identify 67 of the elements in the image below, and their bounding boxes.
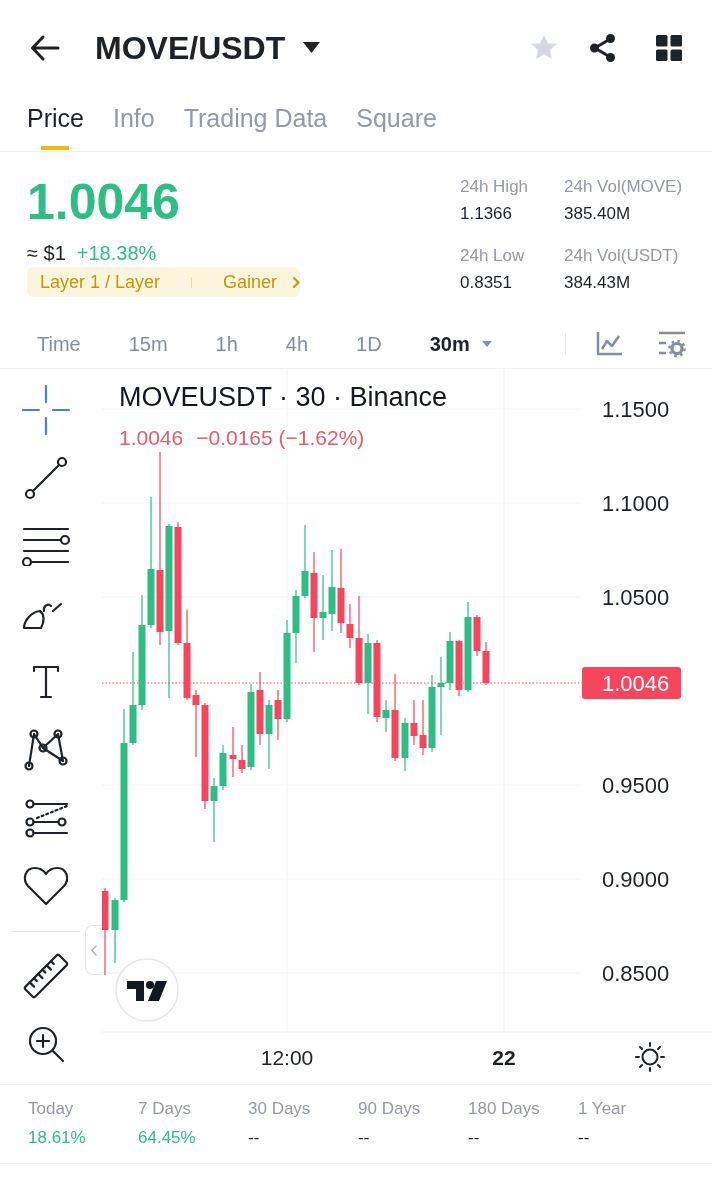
- time-axis-label: 22: [492, 1046, 516, 1069]
- price-axis-label: 1.0500: [602, 585, 670, 610]
- fiat-price: ≈ $1: [27, 241, 66, 265]
- stat-label: 24h High: [460, 176, 529, 198]
- last-price: 1.0046: [27, 177, 180, 227]
- crosshair-icon[interactable]: [22, 385, 70, 435]
- interval-tab[interactable]: Time: [37, 334, 81, 354]
- price-axis-label: 1.1500: [602, 397, 670, 422]
- stat-label: 24h Low: [460, 245, 525, 267]
- interval-tab[interactable]: 1h: [215, 334, 238, 354]
- stat-label: 24h Vol(MOVE): [564, 176, 683, 198]
- star-icon[interactable]: [530, 34, 558, 61]
- period-change: 64.45%: [138, 1127, 196, 1149]
- price-change: +18.38%: [76, 241, 157, 265]
- stat-value: 384.43M: [564, 272, 631, 294]
- heart-icon[interactable]: [22, 865, 70, 907]
- period-label: 1 Year: [578, 1098, 627, 1120]
- price-axis-label: 0.8500: [602, 961, 670, 986]
- chart-close-price: 1.0046: [119, 425, 184, 451]
- settings-icon[interactable]: [658, 330, 686, 358]
- price-axis-label: 1.1000: [602, 491, 670, 516]
- period-change: --: [578, 1127, 590, 1149]
- trend-line-icon[interactable]: [23, 455, 69, 501]
- share-icon[interactable]: [590, 33, 616, 62]
- chart-price-change: −0.0165 (−1.62%): [196, 425, 365, 451]
- last-price-tag: 1.0046: [582, 667, 681, 699]
- interval-tab[interactable]: 15m: [128, 334, 168, 354]
- interval-tab[interactable]: 4h: [285, 334, 309, 354]
- period-change: --: [358, 1127, 370, 1149]
- horizontal-lines-icon[interactable]: [21, 526, 71, 566]
- stat-value: 385.40M: [564, 203, 631, 225]
- tag-link[interactable]: Layer 1 / Layer: [40, 273, 161, 291]
- time-axis-label: 12:00: [260, 1046, 314, 1069]
- grid-icon[interactable]: [656, 34, 682, 61]
- stat-value: 1.1366: [460, 203, 512, 225]
- tab[interactable]: Trading Data: [183, 95, 328, 151]
- chart-logo-icon[interactable]: [115, 958, 179, 1022]
- price-axis-label: 0.9500: [602, 773, 670, 798]
- lines-with-dots-icon[interactable]: [23, 798, 69, 838]
- tab[interactable]: Square: [356, 95, 437, 151]
- period-change: 18.61%: [28, 1127, 86, 1149]
- period-label: 7 Days: [138, 1098, 191, 1120]
- period-label: 90 Days: [358, 1098, 421, 1120]
- stat-value: 0.8351: [460, 272, 512, 294]
- chart-symbol-title: MOVEUSDT · 30 · Binance: [119, 381, 448, 413]
- pair-title[interactable]: MOVE/USDT: [95, 31, 286, 64]
- period-label: 180 Days: [468, 1098, 540, 1120]
- collapse-handle[interactable]: [85, 925, 102, 975]
- price-axis-label: 0.9000: [602, 867, 670, 892]
- stat-label: 24h Vol(USDT): [564, 245, 679, 267]
- period-change: --: [468, 1127, 480, 1149]
- tab[interactable]: Price: [27, 95, 84, 151]
- tag-link[interactable]: Gainer: [223, 273, 278, 291]
- text-tool-icon[interactable]: [33, 665, 59, 699]
- period-label: Today: [28, 1098, 74, 1120]
- sun-icon[interactable]: [635, 1042, 665, 1072]
- ruler-icon[interactable]: [22, 952, 70, 1000]
- pattern-icon[interactable]: [23, 728, 69, 772]
- caret-down-icon[interactable]: [303, 42, 321, 53]
- zoom-in-icon[interactable]: [27, 1025, 65, 1063]
- period-label: 30 Days: [248, 1098, 311, 1120]
- line-chart-icon[interactable]: [596, 332, 622, 356]
- tab[interactable]: Info: [112, 95, 155, 151]
- interval-tab[interactable]: 1D: [356, 334, 382, 354]
- period-change: --: [248, 1127, 260, 1149]
- interval-tab[interactable]: 30m: [429, 334, 492, 354]
- back-arrow-icon[interactable]: [30, 33, 60, 62]
